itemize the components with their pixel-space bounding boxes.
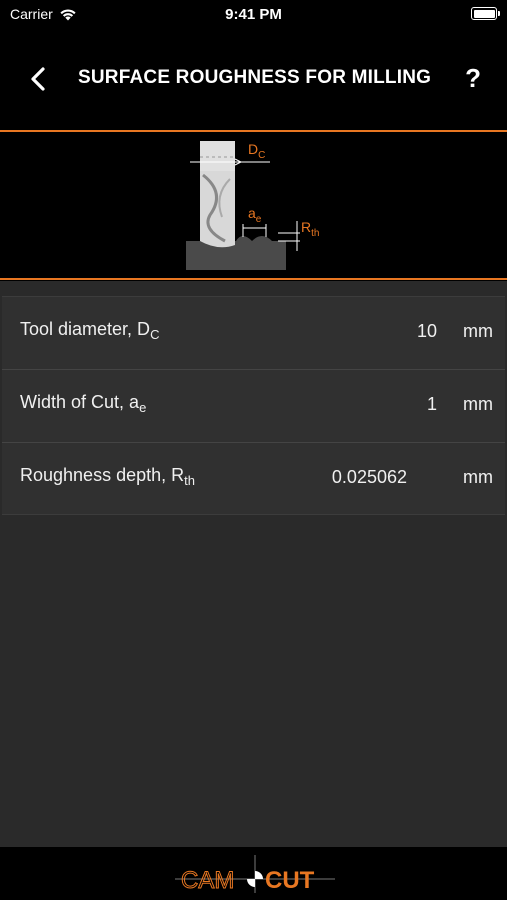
milling-illustration: DC ae Rth bbox=[186, 141, 319, 270]
battery-level bbox=[473, 9, 495, 18]
camcut-logo: CAM CUT bbox=[175, 855, 335, 893]
label-rth: Rth bbox=[301, 219, 319, 239]
width-of-cut-input[interactable]: 1 bbox=[427, 394, 437, 415]
back-button[interactable] bbox=[24, 64, 54, 94]
logo-mark-icon bbox=[247, 871, 263, 887]
row-roughness-depth: Roughness depth, Rth 0.025062 mm bbox=[2, 443, 505, 516]
status-bar: Carrier 9:41 PM bbox=[0, 0, 507, 30]
help-button[interactable]: ? bbox=[465, 63, 481, 94]
footer: CAM CUT bbox=[0, 847, 507, 900]
content-area: Tool diameter, DC 10 mm Width of Cut, ae… bbox=[0, 281, 507, 847]
tool-shank bbox=[200, 141, 235, 171]
roughness-depth-value: 0.025062 bbox=[331, 467, 407, 487]
roughness-depth-label: Roughness depth, Rth bbox=[20, 465, 195, 488]
tool-diameter-input[interactable]: 10 bbox=[417, 321, 437, 342]
status-time: 9:41 PM bbox=[225, 6, 282, 23]
nav-bar: SURFACE ROUGHNESS FOR MILLING ? bbox=[0, 30, 507, 126]
logo-cut: CUT bbox=[265, 867, 315, 893]
tool-diameter-unit: mm bbox=[463, 321, 493, 341]
row-tool-diameter: Tool diameter, DC 10 mm bbox=[2, 297, 505, 370]
parameter-table: Tool diameter, DC 10 mm Width of Cut, ae… bbox=[2, 296, 505, 515]
milling-diagram: DC ae Rth bbox=[0, 133, 507, 278]
header-divider-bottom bbox=[0, 278, 507, 280]
label-dc: DC bbox=[248, 141, 265, 161]
page-title: SURFACE ROUGHNESS FOR MILLING bbox=[78, 67, 432, 88]
roughness-depth-unit: mm bbox=[463, 467, 493, 487]
row-width-of-cut: Width of Cut, ae 1 mm bbox=[2, 370, 505, 443]
width-of-cut-unit: mm bbox=[463, 394, 493, 414]
battery-icon bbox=[471, 7, 500, 20]
width-of-cut-label: Width of Cut, ae bbox=[20, 392, 147, 415]
label-ae: ae bbox=[248, 205, 262, 225]
logo-cam: CAM bbox=[181, 867, 234, 893]
tool-diameter-label: Tool diameter, DC bbox=[20, 319, 160, 342]
header-divider-top bbox=[0, 130, 507, 132]
chevron-left-icon bbox=[31, 67, 45, 91]
